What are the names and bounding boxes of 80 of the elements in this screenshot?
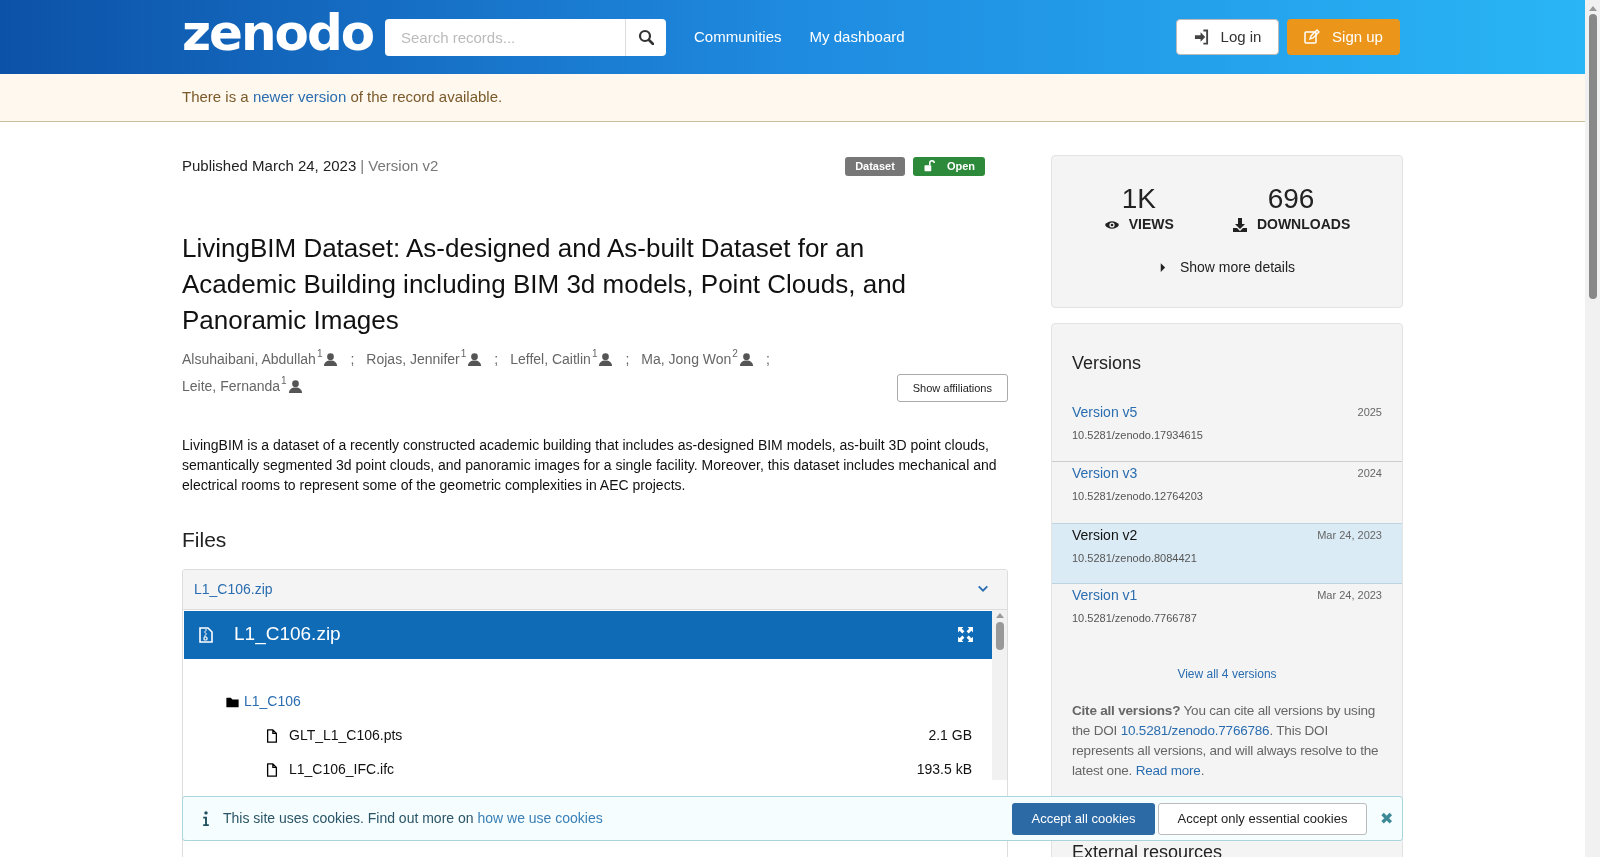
file-name: L1_C106_IFC.ifc: [289, 760, 395, 779]
description-text: LivingBIM is a dataset of a recently constructed academic building that includes as-designed BIM models, as-built 3D point clouds, semantically segmented 3d point clouds, and panoramic images for a single facility. Moreover, this dataset includes mechanical and electrical rooms to represent some of the geometric complexities in AEC projects.: [182, 436, 998, 495]
login-button[interactable]: Log in: [1176, 19, 1279, 55]
show-affiliations-button[interactable]: Show affiliations: [896, 374, 1008, 402]
accordion-header[interactable]: L1_C106.zip: [183, 569, 1007, 610]
search-icon: [638, 29, 654, 45]
notice-text: There is a newer version of the record available.: [182, 87, 503, 108]
zip-file-icon: [198, 625, 214, 644]
version-item[interactable]: Version v3 2024 10.5281/zenodo.12764203: [1052, 462, 1402, 523]
sign-in-icon: [1193, 29, 1209, 45]
creator-link[interactable]: Rojas, Jennifer: [366, 346, 460, 373]
affiliation-number: 1: [460, 348, 467, 360]
version-label: | Version v2: [360, 155, 439, 176]
version-date: 2025: [1357, 405, 1382, 421]
affiliation-number: 2: [732, 348, 738, 360]
version-item[interactable]: Version v1 Mar 24, 2023 10.5281/zenodo.7766787: [1052, 584, 1402, 645]
separator: ;: [625, 350, 630, 369]
file-name: GLT_L1_C106.pts: [289, 726, 403, 745]
type-badge: Dataset: [845, 156, 905, 176]
view-all-versions-link[interactable]: View all 4 versions: [1177, 667, 1277, 681]
version-doi: 10.5281/zenodo.7766787: [1072, 611, 1198, 626]
version-doi: 10.5281/zenodo.8084421: [1072, 551, 1198, 566]
caret-icon: [1158, 262, 1166, 273]
creator-link[interactable]: Ma, Jong Won: [641, 346, 732, 373]
version-date: Mar 24, 2023: [1317, 588, 1382, 604]
person-icon: [467, 352, 483, 367]
stat-value: 696: [1267, 184, 1315, 214]
person-icon: [323, 352, 339, 367]
accept-all-button[interactable]: Accept all cookies: [1012, 802, 1155, 835]
nav-link[interactable]: Communities: [694, 25, 782, 49]
edit-icon: [1304, 29, 1321, 45]
info-icon: [202, 811, 210, 826]
published-date: Published March 24, 2023: [182, 155, 357, 176]
nav-link[interactable]: My dashboard: [809, 25, 905, 49]
file-size: 2.1 GB: [928, 726, 972, 745]
read-more-link[interactable]: Read more: [1135, 763, 1201, 778]
version-date: Mar 24, 2023: [1317, 528, 1382, 544]
expand-icon: [957, 626, 974, 643]
newer-version-link[interactable]: newer version: [252, 88, 347, 106]
separator: ;: [765, 350, 770, 369]
unlock-icon: [922, 160, 935, 172]
search-button[interactable]: [625, 18, 666, 56]
file-icon: [265, 727, 279, 744]
version-doi: 10.5281/zenodo.12764203: [1072, 489, 1204, 504]
person-icon: [287, 379, 303, 394]
separator: ;: [494, 350, 499, 369]
cite-text: Cite all versions? You can cite all versions by using the DOI 10.5281/zenodo.7766786. This DOI represents all versions, and will always resolve to the latest one. Read more.: [1071, 702, 1380, 780]
access-badge: Open: [912, 156, 985, 176]
version-doi: 10.5281/zenodo.17934615: [1072, 428, 1204, 443]
preview-title: L1_C106.zip: [234, 622, 341, 647]
files-heading: Files: [182, 527, 228, 553]
affiliation-number: 1: [281, 375, 287, 387]
accept-essential-button[interactable]: Accept only essential cookies: [1158, 802, 1367, 835]
version-item[interactable]: Version v5 2025 10.5281/zenodo.17934615: [1052, 401, 1402, 462]
version-date: 2024: [1357, 466, 1382, 482]
person-icon: [598, 352, 614, 367]
file-size: 193.5 kB: [916, 760, 972, 779]
versions-heading: Versions: [1071, 352, 1143, 375]
cookie-text: This site uses cookies. Find out more on how we use cookies: [223, 809, 603, 828]
download-icon: [1231, 216, 1248, 233]
stat-value: 1K: [1121, 184, 1156, 214]
affiliation-number: 1: [591, 348, 598, 360]
stat-label: DOWNLOADS: [1256, 215, 1351, 234]
page-scrollbar[interactable]: [1585, 0, 1600, 857]
separator: ;: [350, 350, 355, 369]
person-icon: [738, 352, 754, 367]
creator-link[interactable]: Leite, Fernanda: [182, 373, 281, 400]
affiliation-number: 1: [316, 348, 323, 360]
creator-link[interactable]: Alsuhaibani, Abdullah: [182, 346, 316, 373]
record-title: LivingBIM Dataset: As-designed and As-built Dataset for an Academic Building including BIM 3d models, Point Clouds, and Panoramic Images: [182, 232, 908, 337]
cookie-policy-link[interactable]: how we use cookies: [477, 810, 603, 826]
search-field[interactable]: Search records...: [385, 18, 625, 56]
logo[interactable]: zenodo: [182, 8, 385, 58]
version-item[interactable]: Version v2 Mar 24, 2023 10.5281/zenodo.8084421: [1052, 523, 1402, 584]
close-button[interactable]: ✖: [1380, 810, 1393, 827]
file-icon: [265, 761, 279, 778]
show-more-details-button[interactable]: Show more details: [1158, 257, 1296, 278]
folder-link[interactable]: L1_C106: [244, 691, 301, 712]
creator-link[interactable]: Leffel, Caitlin: [510, 346, 591, 373]
stat-label: VIEWS: [1128, 215, 1174, 234]
